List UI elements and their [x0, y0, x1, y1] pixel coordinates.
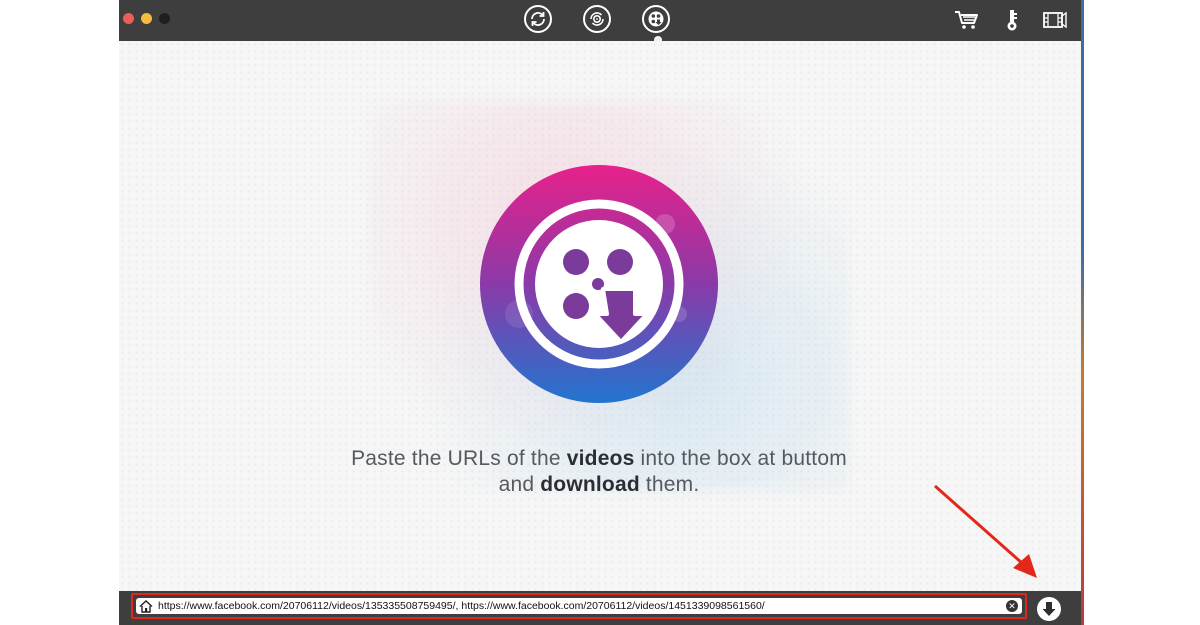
burn-disc-icon — [590, 12, 604, 26]
url-field-container: ✕ — [136, 598, 1022, 614]
convert-icon — [531, 12, 545, 26]
video-download-logo-icon — [480, 165, 718, 403]
zoom-window-button[interactable] — [159, 13, 170, 24]
close-window-button[interactable] — [123, 13, 134, 24]
minimize-window-button[interactable] — [141, 13, 152, 24]
convert-mode-button[interactable] — [524, 5, 552, 33]
register-key-button[interactable] — [999, 8, 1025, 32]
download-button[interactable] — [1037, 597, 1061, 621]
video-download-icon — [648, 11, 664, 27]
emphasis-download: download — [540, 473, 640, 496]
url-bar: ✕ — [119, 591, 1081, 625]
download-arrow-icon — [1042, 602, 1056, 616]
home-icon[interactable] — [139, 600, 153, 613]
media-tools-icon — [1043, 11, 1067, 29]
instruction-text: Paste the URLs of the videos into the bo… — [351, 447, 847, 496]
media-tools-button[interactable] — [1042, 8, 1068, 32]
annotation-arrow-icon — [934, 484, 1037, 578]
download-mode-button[interactable] — [642, 5, 670, 33]
cart-button[interactable] — [953, 8, 979, 32]
emphasis-videos: videos — [566, 447, 635, 470]
url-input[interactable] — [158, 598, 1003, 614]
background-window-edge — [1081, 0, 1084, 625]
cart-icon — [955, 11, 978, 29]
video-download-logo — [479, 164, 719, 404]
key-icon — [1007, 10, 1017, 31]
clear-icon[interactable]: ✕ — [1006, 600, 1018, 612]
burn-mode-button[interactable] — [583, 5, 611, 33]
url-box-highlight: ✕ — [131, 593, 1027, 619]
title-bar — [119, 0, 1081, 41]
